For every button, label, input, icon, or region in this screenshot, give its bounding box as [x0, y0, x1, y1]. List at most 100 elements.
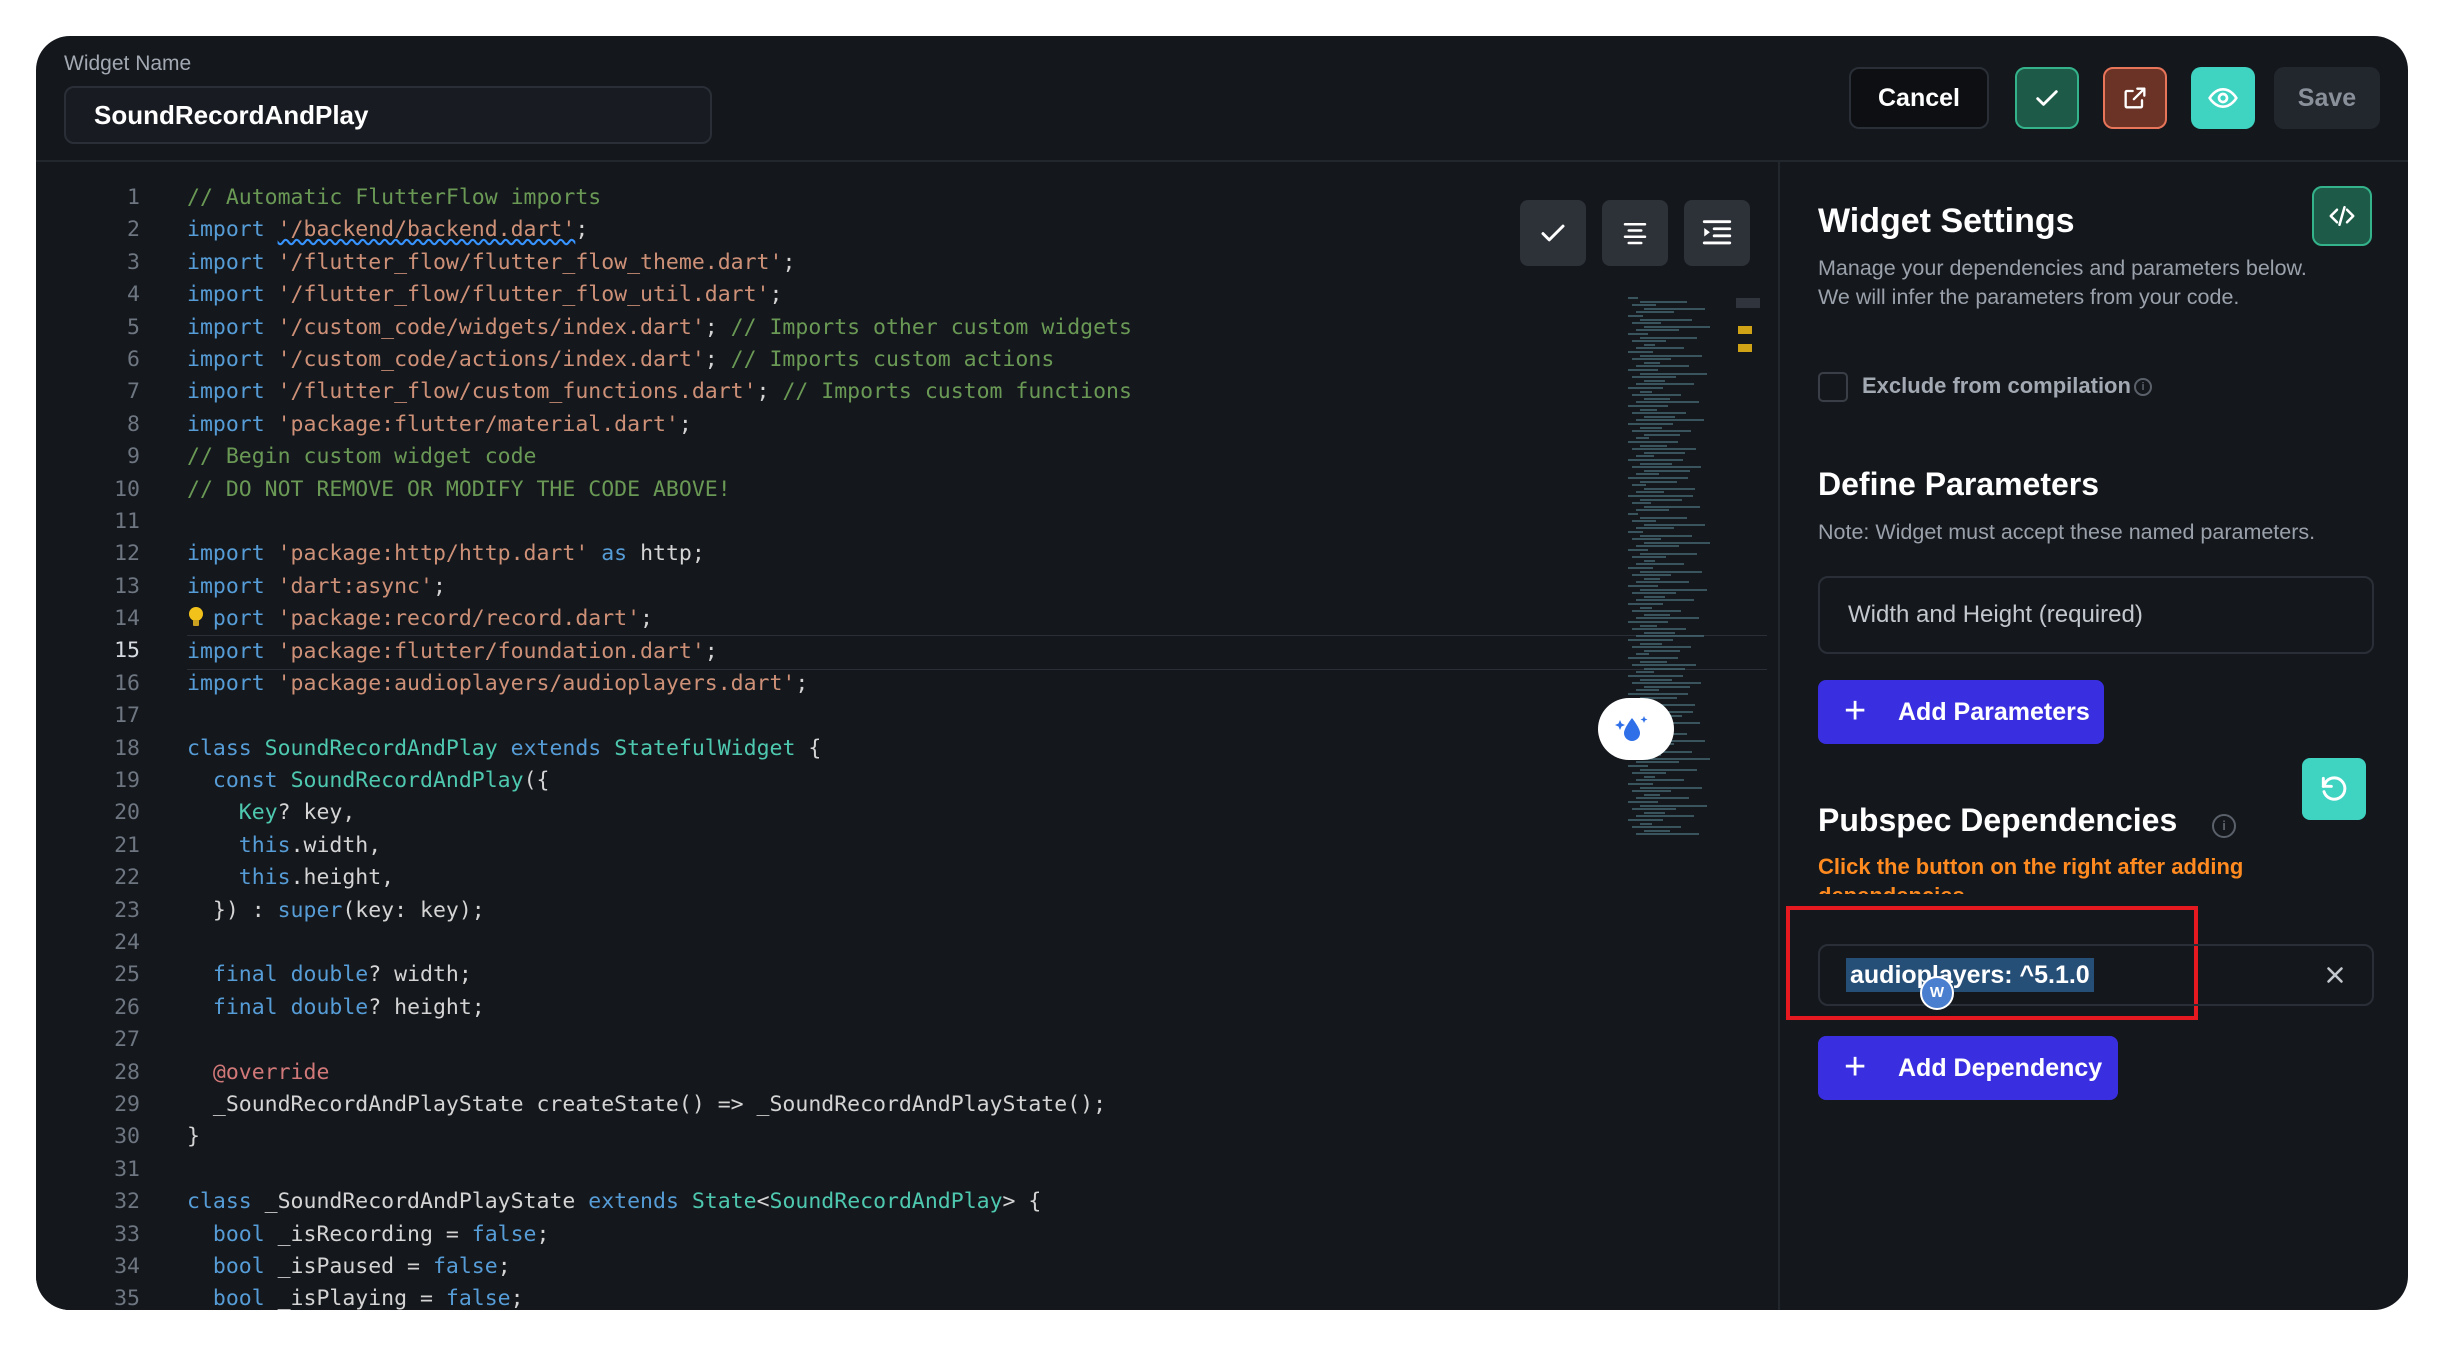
- code-line[interactable]: 35 bool _isPlaying = false;: [36, 1283, 1736, 1310]
- code-line[interactable]: 2 import '/backend/backend.dart';: [36, 214, 1736, 246]
- code-line[interactable]: 4 import '/flutter_flow/flutter_flow_util…: [36, 279, 1736, 311]
- minimap-line: [1628, 693, 1688, 695]
- code-line[interactable]: 5 import '/custom_code/widgets/index.dart…: [36, 312, 1736, 344]
- code-line[interactable]: 8 import 'package:flutter/material.dart';: [36, 409, 1736, 441]
- code-line[interactable]: 12 import 'package:http/http.dart' as htt…: [36, 538, 1736, 570]
- code-line[interactable]: 24: [36, 927, 1736, 959]
- code-editor[interactable]: 1 // Automatic FlutterFlow imports 2 import…: [36, 162, 1778, 1310]
- line-number: 15: [114, 638, 140, 664]
- code-line[interactable]: 14 port 'package:record/record.dart';: [36, 603, 1736, 635]
- scrollbar-thumb[interactable]: [1736, 298, 1760, 308]
- line-number: 22: [114, 865, 140, 891]
- minimap-line: [1628, 819, 1663, 821]
- open-external-button[interactable]: [2103, 67, 2167, 129]
- lightbulb-icon[interactable]: [188, 606, 204, 628]
- code-line[interactable]: 30}: [36, 1121, 1736, 1153]
- minimap-line: [1628, 585, 1658, 587]
- line-code: this.width,: [187, 830, 381, 862]
- minimap-line: [1640, 480, 1677, 483]
- minimap-line: [1640, 786, 1702, 789]
- info-icon[interactable]: i: [2212, 814, 2236, 838]
- code-line[interactable]: 25 final double? width;: [36, 959, 1736, 991]
- code-token: super: [277, 897, 343, 923]
- add-dependency-button[interactable]: + Add Dependency: [1818, 1036, 2118, 1100]
- minimap-line: [1644, 325, 1710, 328]
- align-center-button[interactable]: [1602, 200, 1668, 266]
- compile-check-button[interactable]: [2015, 67, 2079, 129]
- line-code: import '/custom_code/actions/index.dart'…: [187, 344, 1054, 376]
- code-line[interactable]: 13 import 'dart:async';: [36, 571, 1736, 603]
- minimap-line: [1636, 455, 1654, 458]
- refresh-dependencies-button[interactable]: [2302, 758, 2366, 820]
- scrollbar-warning-marker: [1738, 326, 1752, 334]
- code-token: ;: [704, 314, 731, 340]
- cancel-button[interactable]: Cancel: [1849, 67, 1989, 129]
- code-line[interactable]: 23 }) : super(key: key);: [36, 895, 1736, 927]
- code-line[interactable]: 3 import '/flutter_flow/flutter_flow_them…: [36, 247, 1736, 279]
- indent-button[interactable]: [1684, 200, 1750, 266]
- minimap-line: [1640, 516, 1687, 519]
- code-line[interactable]: 33 bool _isRecording = false;: [36, 1219, 1736, 1251]
- code-lines[interactable]: 1 // Automatic FlutterFlow imports 2 import…: [36, 182, 1767, 1310]
- code-line[interactable]: 34 bool _isPaused = false;: [36, 1251, 1736, 1283]
- code-token: ? width;: [368, 962, 472, 988]
- minimap-line: [1640, 372, 1707, 375]
- ai-assistant-button[interactable]: [1598, 698, 1674, 760]
- minimap-line: [1644, 469, 1690, 472]
- line-code: }) : super(key: key);: [187, 895, 485, 927]
- code-token: import: [187, 411, 278, 437]
- code-line[interactable]: 27: [36, 1024, 1736, 1056]
- line-code: final double? height;: [187, 992, 485, 1024]
- check-icon: [2036, 90, 2058, 106]
- minimap-line: [1632, 682, 1701, 685]
- minimap-line: [1636, 401, 1699, 404]
- code-line[interactable]: 32 class _SoundRecordAndPlayState extends…: [36, 1186, 1736, 1218]
- code-line[interactable]: 19 const SoundRecordAndPlay({: [36, 765, 1736, 797]
- code-line[interactable]: 16 import 'package:audioplayers/audioplay…: [36, 668, 1736, 700]
- code-token: 'package:audioplayers/audioplayers.dart': [277, 670, 796, 696]
- code-line[interactable]: 18 class SoundRecordAndPlay extends State…: [36, 733, 1736, 765]
- code-token: class: [187, 735, 265, 761]
- code-toggle-button[interactable]: [2312, 186, 2372, 246]
- code-line[interactable]: 9 // Begin custom widget code: [36, 441, 1736, 473]
- code-line[interactable]: 28 @override: [36, 1057, 1736, 1089]
- minimap-line: [1636, 581, 1689, 584]
- minimap-line: [1628, 477, 1688, 479]
- code-line[interactable]: 6 import '/custom_code/actions/index.dart…: [36, 344, 1736, 376]
- line-number: 12: [114, 541, 140, 567]
- close-icon[interactable]: [2322, 962, 2348, 988]
- code-line[interactable]: 29 _SoundRecordAndPlayState createState(…: [36, 1089, 1736, 1121]
- code-token: // Imports other custom widgets: [730, 314, 1132, 340]
- info-icon[interactable]: i: [2134, 378, 2152, 396]
- code-line[interactable]: 7 import '/flutter_flow/custom_functions.…: [36, 376, 1736, 408]
- code-line[interactable]: 20 Key? key,: [36, 797, 1736, 829]
- code-line[interactable]: 10 // DO NOT REMOVE OR MODIFY THE CODE AB…: [36, 474, 1736, 506]
- minimap-line: [1632, 502, 1651, 505]
- code-line[interactable]: 15 import 'package:flutter/foundation.dar…: [36, 635, 1767, 670]
- format-check-button[interactable]: [1520, 200, 1586, 266]
- dependency-field[interactable]: audioplayers: ^5.1.0: [1818, 944, 2374, 1006]
- minimap-line: [1632, 430, 1691, 433]
- save-button[interactable]: Save: [2274, 67, 2380, 129]
- minimap-line: [1628, 549, 1648, 551]
- code-token: extends: [510, 735, 615, 761]
- line-number: 25: [114, 962, 140, 988]
- code-token: SoundRecordAndPlay: [290, 768, 524, 794]
- code-line[interactable]: 11: [36, 506, 1736, 538]
- code-line[interactable]: 31: [36, 1154, 1736, 1186]
- line-code: bool _isPlaying = false;: [187, 1283, 524, 1310]
- widget-name-input[interactable]: SoundRecordAndPlay: [64, 86, 712, 144]
- line-code: bool _isRecording = false;: [187, 1219, 550, 1251]
- parameter-field[interactable]: Width and Height (required): [1818, 576, 2374, 654]
- code-line[interactable]: 22 this.height,: [36, 862, 1736, 894]
- dependency-value[interactable]: audioplayers: ^5.1.0: [1846, 958, 2094, 992]
- exclude-from-compilation-checkbox[interactable]: [1818, 372, 1848, 402]
- code-line[interactable]: 17: [36, 700, 1736, 732]
- line-code: import 'package:audioplayers/audioplayer…: [187, 668, 808, 700]
- add-parameters-button[interactable]: + Add Parameters: [1818, 680, 2104, 744]
- code-line[interactable]: 21 this.width,: [36, 830, 1736, 862]
- preview-button[interactable]: [2191, 67, 2255, 129]
- code-line[interactable]: 26 final double? height;: [36, 992, 1736, 1024]
- code-token: import: [187, 541, 278, 567]
- code-line[interactable]: 1 // Automatic FlutterFlow imports: [36, 182, 1736, 214]
